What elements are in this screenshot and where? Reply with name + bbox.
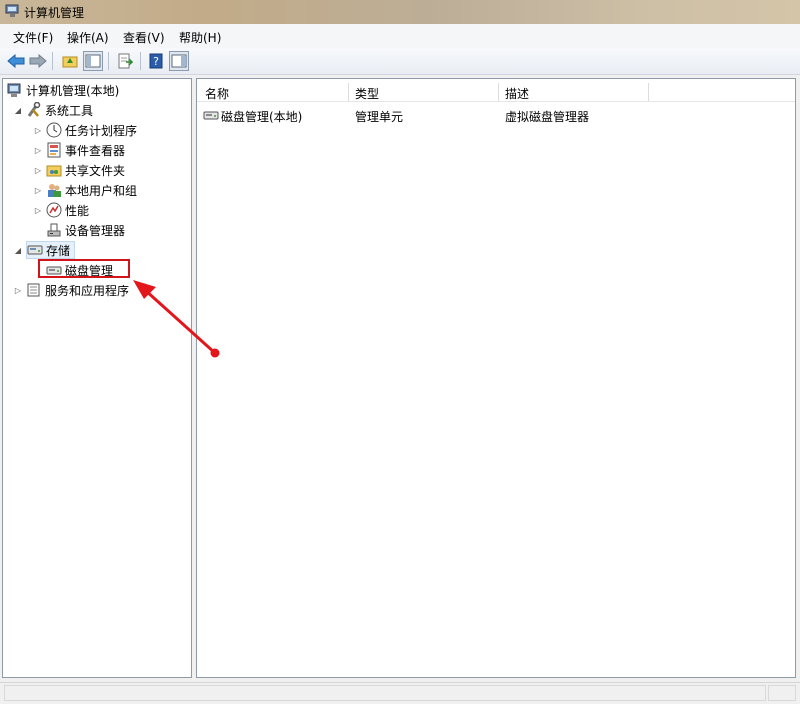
status-cell xyxy=(768,685,796,701)
status-cell xyxy=(4,685,766,701)
status-bar xyxy=(0,682,800,704)
annotation-arrow xyxy=(133,280,220,358)
